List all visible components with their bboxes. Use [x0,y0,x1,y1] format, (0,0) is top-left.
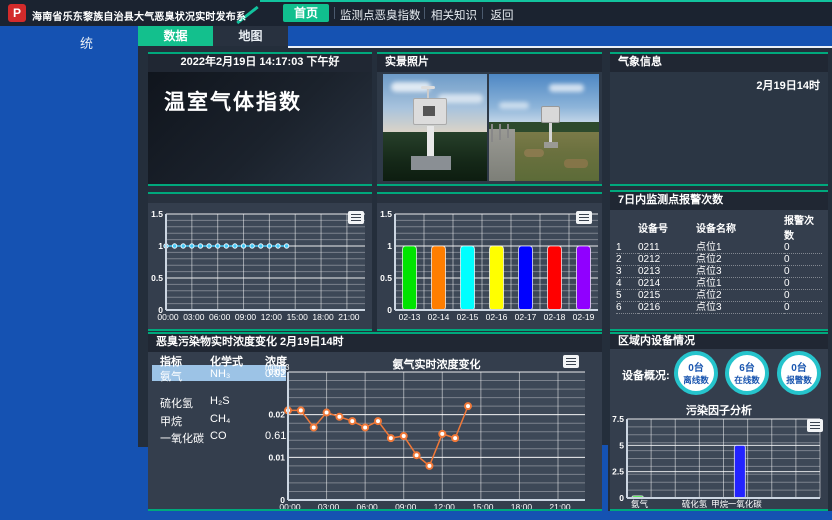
alarms-row: 10211点位10 [616,242,822,254]
svg-text:氨气: 氨气 [631,499,649,509]
chart-menu-icon[interactable] [807,419,823,432]
svg-text:0: 0 [387,305,392,315]
alarms-row: 30213点位30 [616,266,822,278]
panel-devices: 区域内设备情况 设备概况: 0台 离线数 6台 在线数 0台 报警数 污染因子分… [610,332,828,511]
svg-text:02-19: 02-19 [573,312,595,322]
svg-text:00:00: 00:00 [157,312,179,322]
svg-text:06:00: 06:00 [209,312,231,322]
chart-menu-icon[interactable] [563,355,579,368]
svg-text:03:00: 03:00 [183,312,205,322]
daily-bar-chart: 0 0.5 1 1.5 02-13 02-14 02-15 02-16 02-17 02-18 02… [377,194,602,329]
panel-weather: 气象信息 2月19日14时 [610,52,828,186]
svg-text:18:00: 18:00 [312,312,334,322]
svg-text:0.5: 0.5 [151,273,163,283]
svg-text:1.5: 1.5 [151,209,163,219]
svg-text:00:00: 00:00 [279,502,301,509]
nav-separator [424,7,425,19]
alarms-col-header: 设备名称 [696,212,784,242]
nav-back[interactable]: 返回 [488,7,516,23]
sidebar-label: 统 [80,33,93,52]
alarms-row: 60216点位30 [616,302,822,314]
panel-photos: 实景照片 [377,52,602,186]
site-photo-2 [489,74,599,181]
svg-text:02-18: 02-18 [544,312,566,322]
blue-bottom-strip [148,511,832,520]
alarms-header: 7日内监测点报警次数 [610,192,828,210]
svg-text:02-15: 02-15 [457,312,479,322]
panel-greenhouse-chart: 00.511.500:0003:0006:0009:0012:0015:0018… [148,192,372,331]
svg-text:7.5: 7.5 [612,414,624,424]
svg-text:硫化氢: 硫化氢 [682,499,708,509]
topbar-accent-line [260,0,832,2]
greenhouse-line-chart: 00.511.500:0003:0006:0009:0012:0015:0018… [148,194,372,329]
tab-map[interactable]: 地图 [213,26,288,46]
panel-greenhouse: 2022年2月19日 14:17:03 下午好 温室气体指数 [148,52,372,186]
alarms-row: 40214点位10 [616,278,822,290]
weather-time: 2月19日14时 [756,77,820,93]
odor-header: 恶臭污染物实时浓度变化 2月19日14时 [148,334,602,352]
alarms-col-header: 设备号 [638,212,696,242]
svg-text:06:00: 06:00 [357,502,379,509]
svg-text:03:00: 03:00 [318,502,340,509]
left-sidebar: 统 [0,26,138,520]
svg-text:1: 1 [158,241,163,251]
svg-text:02-13: 02-13 [399,312,421,322]
svg-text:09:00: 09:00 [235,312,257,322]
svg-text:15:00: 15:00 [472,502,494,509]
panel-alarms: 7日内监测点报警次数 设备号设备名称报警次数 10211点位1020212点位2… [610,190,828,331]
svg-text:02-16: 02-16 [486,312,508,322]
svg-text:0.01: 0.01 [268,452,285,462]
weather-header: 气象信息 [610,54,828,72]
svg-text:02-17: 02-17 [515,312,537,322]
nav-knowledge[interactable]: 相关知识 [430,7,478,23]
factor-bar-chart: 设备概况: 0台 离线数 6台 在线数 0台 报警数 污染因子分析 02.557… [610,349,828,509]
svg-text:09:00: 09:00 [395,502,417,509]
svg-text:0.03: 0.03 [268,367,285,377]
alarms-col-header: 报警次数 [784,212,822,242]
svg-text:0.02: 0.02 [268,410,285,420]
top-bar: P 海南省乐东黎族自治县大气恶臭状况实时发布系 首页 监测点恶臭指数 相关知识 … [0,0,832,26]
svg-text:0: 0 [619,493,624,503]
nav-odor-index[interactable]: 监测点恶臭指数 [340,7,420,23]
svg-text:1: 1 [387,241,392,251]
app-logo: P [8,4,26,22]
chart-menu-icon[interactable] [576,211,592,224]
svg-text:2.5: 2.5 [612,467,624,477]
nav-separator [334,7,335,19]
svg-text:0.5: 0.5 [380,273,392,283]
panel-odor: 恶臭污染物实时浓度变化 2月19日14时 指标化学式浓度mg/m3氨气NH₃0.… [148,332,602,511]
svg-text:12:00: 12:00 [434,502,456,509]
devices-header: 区域内设备情况 [610,334,828,349]
datetime-header: 2022年2月19日 14:17:03 下午好 [148,54,372,72]
greenhouse-gas-index-title: 温室气体指数 [164,86,302,116]
chart-menu-icon[interactable] [348,211,364,224]
svg-text:21:00: 21:00 [338,312,360,322]
nav-home[interactable]: 首页 [283,4,329,22]
nav-separator [482,7,483,19]
sidebar-extension [138,447,148,520]
svg-text:一氧化碳: 一氧化碳 [728,499,763,509]
svg-text:5: 5 [619,440,624,450]
svg-text:12:00: 12:00 [261,312,283,322]
photos-header: 实景照片 [377,54,602,72]
alarms-row: 50215点位20 [616,290,822,302]
alarms-row: 20212点位20 [616,254,822,266]
alarms-table: 设备号设备名称报警次数 10211点位1020212点位2030213点位304… [616,212,822,314]
site-photo-1 [383,74,487,181]
svg-text:18:00: 18:00 [511,502,533,509]
header-blue-bar [288,26,832,48]
nh3-line-chart: 指标化学式浓度mg/m3氨气NH₃0.02硫化氢H₂S甲烷CH₄一氧化碳CO0.… [148,352,602,509]
svg-text:15:00: 15:00 [287,312,309,322]
svg-text:21:00: 21:00 [549,502,571,509]
app-title: 海南省乐东黎族自治县大气恶臭状况实时发布系 [32,8,246,23]
tab-data[interactable]: 数据 [138,26,213,46]
svg-text:02-14: 02-14 [428,312,450,322]
panel-daily-bar-chart: 0 0.5 1 1.5 02-13 02-14 02-15 02-16 02-17 02-18 02… [377,192,602,331]
svg-text:甲烷: 甲烷 [711,499,729,509]
svg-text:1.5: 1.5 [380,209,392,219]
